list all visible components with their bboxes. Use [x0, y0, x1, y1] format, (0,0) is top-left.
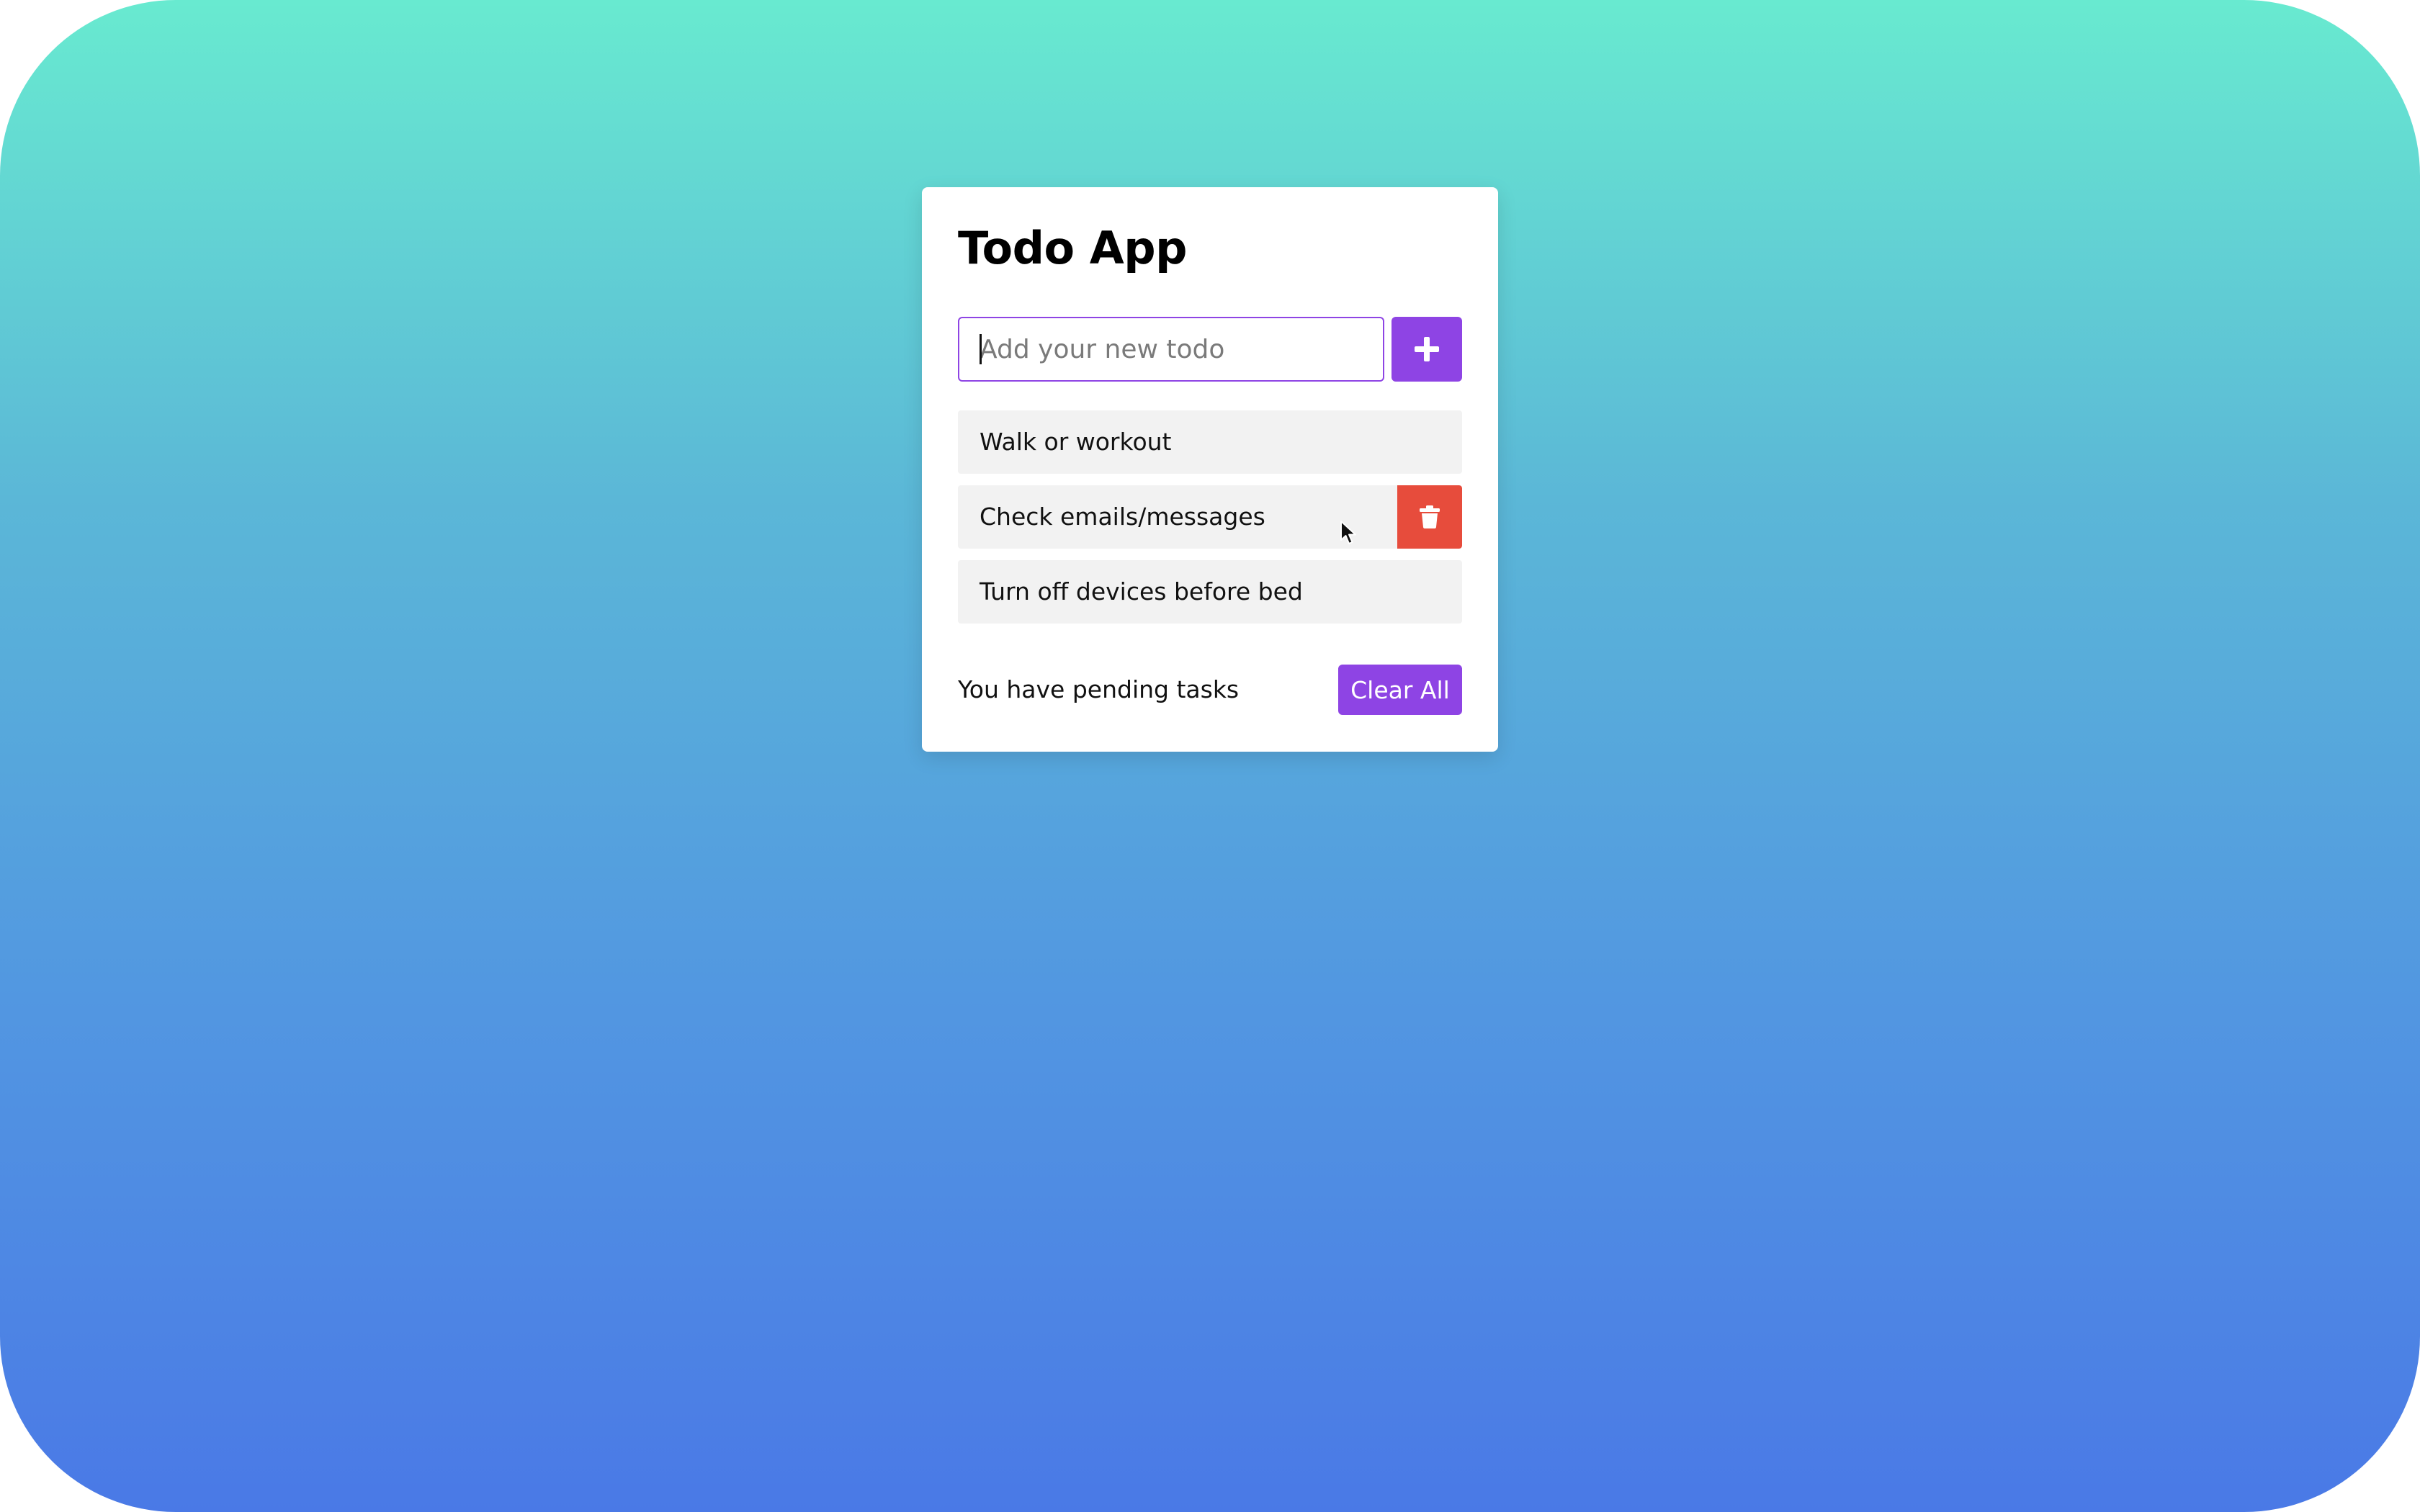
todo-list: Walk or workout Check emails/messages Tu… — [958, 410, 1462, 635]
plus-icon — [1415, 337, 1439, 361]
text-caret — [980, 334, 982, 364]
todo-item[interactable]: Walk or workout — [958, 410, 1462, 474]
todo-input[interactable] — [958, 317, 1384, 382]
todo-item-text: Turn off devices before bed — [980, 577, 1303, 606]
todo-footer: You have pending tasks Clear All — [958, 665, 1462, 715]
app-title: Todo App — [958, 222, 1187, 274]
pending-tasks-text: You have pending tasks — [958, 675, 1240, 703]
screen-background: Todo App Walk or workout Check emails/me… — [0, 0, 2420, 1512]
todo-item[interactable]: Check emails/messages — [958, 485, 1462, 549]
todo-input-row — [958, 317, 1462, 382]
add-todo-button[interactable] — [1392, 317, 1462, 382]
todo-item[interactable]: Turn off devices before bed — [958, 560, 1462, 624]
clear-all-button[interactable]: Clear All — [1338, 665, 1462, 715]
todo-item-text: Check emails/messages — [980, 503, 1265, 531]
todo-item-text: Walk or workout — [980, 428, 1172, 456]
delete-todo-button[interactable] — [1397, 485, 1462, 549]
trash-icon — [1420, 505, 1440, 528]
todo-card: Todo App Walk or workout Check emails/me… — [922, 187, 1498, 752]
